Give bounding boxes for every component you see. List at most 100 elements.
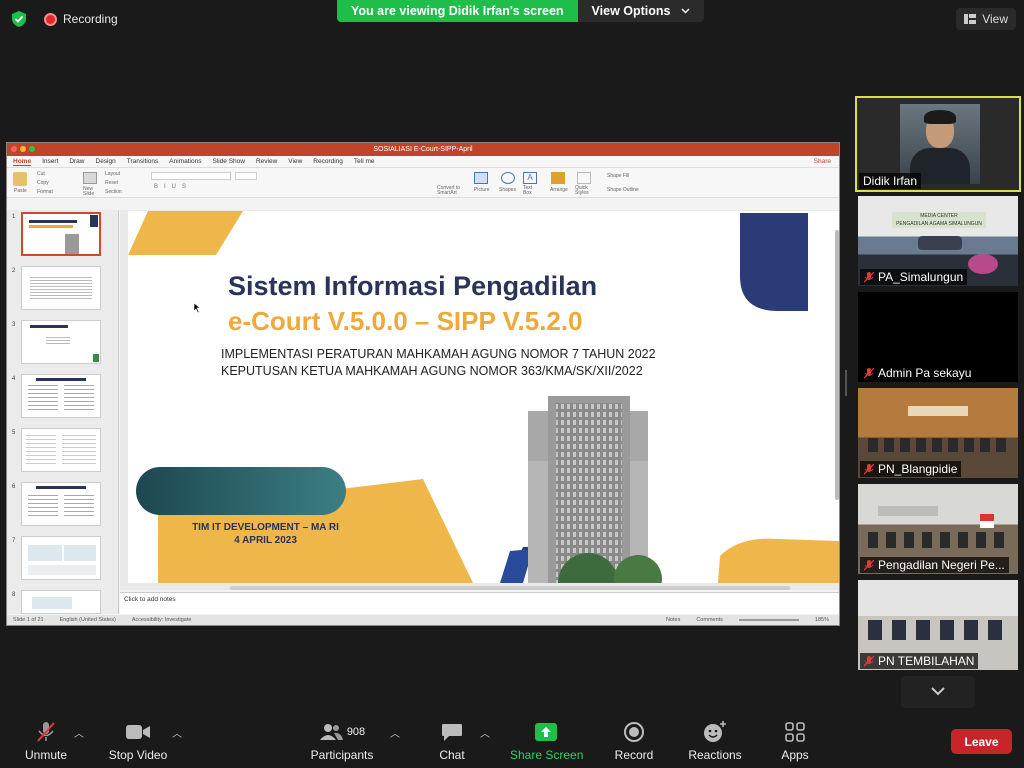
leave-meeting-button[interactable]: Leave	[951, 729, 1012, 754]
comments-toggle[interactable]: Comments	[696, 617, 723, 623]
participants-options-caret-icon[interactable]: ︿	[390, 725, 400, 740]
convert-smartart-label[interactable]: Convert to SmartArt	[437, 186, 461, 196]
tab-animations[interactable]: Animations	[169, 158, 201, 165]
tab-transitions[interactable]: Transitions	[127, 158, 159, 165]
slide-thumbnail[interactable]	[21, 428, 101, 472]
ppt-title-bar: SOSIALIASI E-Court-SIPP-April	[7, 143, 839, 156]
reset-label[interactable]: Reset	[105, 180, 118, 186]
slide-thumbnail[interactable]	[21, 320, 101, 364]
tab-design[interactable]: Design	[96, 158, 116, 165]
participants-button[interactable]: 908 Participants	[310, 721, 374, 762]
accessibility-status[interactable]: Accessibility: Investigate	[132, 617, 192, 623]
tab-insert[interactable]: Insert	[42, 158, 58, 165]
language-status[interactable]: English (United States)	[60, 617, 116, 623]
slide-number: 7	[12, 538, 16, 544]
layout-label[interactable]: Layout	[105, 171, 120, 177]
audio-options-caret-icon[interactable]: ︿	[74, 725, 84, 740]
view-options-label: View Options	[591, 4, 671, 18]
format-label[interactable]: Format	[37, 189, 53, 195]
participant-tile-pa-simalungun[interactable]: MEDIA CENTER PENGADILAN AGAMA SIMALUNGUN …	[858, 196, 1018, 286]
shape-fill-label[interactable]: Shape Fill	[607, 173, 629, 179]
record-icon	[624, 722, 644, 742]
slide-date: 4 APRIL 2023	[234, 535, 297, 546]
tab-draw[interactable]: Draw	[69, 158, 84, 165]
participant-tile-admin-pa-sekayu[interactable]: Admin Pa sekayu	[858, 292, 1018, 382]
textbox-icon[interactable]: A	[523, 172, 537, 184]
paste-label[interactable]: Paste	[14, 188, 27, 194]
tab-review[interactable]: Review	[256, 158, 277, 165]
slide-thumbnail[interactable]	[21, 590, 101, 614]
ppt-window-title: SOSIALIASI E-Court-SIPP-April	[373, 146, 473, 153]
view-options-button[interactable]: View Options	[577, 0, 704, 22]
zoom-dot-icon[interactable]	[29, 146, 35, 152]
participant-tile-pengadilan-negeri[interactable]: Pengadilan Negeri Pe...	[858, 484, 1018, 574]
notes-placeholder: Click to add notes	[124, 596, 176, 603]
font-size-select[interactable]	[235, 172, 257, 180]
video-options-caret-icon[interactable]: ︿	[172, 725, 182, 740]
apps-button[interactable]: Apps	[778, 721, 812, 762]
stop-video-label: Stop Video	[108, 748, 168, 762]
copy-label[interactable]: Copy	[37, 180, 49, 186]
editor-hscrollbar[interactable]	[230, 586, 790, 590]
panel-resize-handle[interactable]	[845, 370, 847, 396]
arrange-label[interactable]: Arrange	[550, 187, 568, 193]
reactions-smiley-icon	[704, 721, 726, 742]
stop-video-button[interactable]: Stop Video	[106, 721, 170, 762]
close-dot-icon[interactable]	[11, 146, 17, 152]
zoom-slider[interactable]	[738, 619, 799, 621]
tab-view[interactable]: View	[288, 158, 302, 165]
participants-icon	[319, 724, 343, 740]
paste-icon[interactable]	[13, 172, 27, 186]
minimize-dot-icon[interactable]	[20, 146, 26, 152]
slide-thumbnail[interactable]	[21, 482, 101, 526]
font-family-select[interactable]	[151, 172, 231, 180]
unmute-button[interactable]: Unmute	[22, 721, 70, 762]
tab-recording[interactable]: Recording	[313, 158, 343, 165]
reactions-button[interactable]: Reactions	[688, 721, 742, 762]
tab-slide-show[interactable]: Slide Show	[212, 158, 245, 165]
shapes-icon[interactable]	[501, 172, 515, 184]
slide-thumbnail[interactable]	[21, 374, 101, 418]
share-screen-button[interactable]: Share Screen	[510, 721, 583, 762]
shape-outline-label[interactable]: Shape Outline	[607, 187, 639, 193]
notes-pane[interactable]: Click to add notes	[120, 592, 839, 614]
new-slide-label[interactable]: New Slide	[83, 187, 97, 197]
picture-label[interactable]: Picture	[474, 187, 490, 193]
slide-number: 8	[12, 592, 16, 598]
tab-home[interactable]: Home	[13, 158, 32, 166]
textbox-label[interactable]: Text Box	[523, 186, 537, 196]
editor-scrollbar[interactable]	[835, 230, 839, 500]
recording-label: Recording	[63, 12, 118, 26]
view-layout-button[interactable]: View	[956, 8, 1016, 30]
quick-styles-label[interactable]: Quick Styles	[575, 186, 595, 196]
slide-thumbnail[interactable]	[21, 266, 101, 310]
slide-thumbnail[interactable]	[21, 536, 101, 580]
record-button[interactable]: Record	[612, 721, 656, 762]
participant-name: PN_Blangpidie	[860, 461, 962, 477]
ppt-share-button[interactable]: Share	[814, 158, 831, 165]
zoom-level[interactable]: 185%	[815, 617, 829, 623]
participant-video	[900, 104, 980, 184]
scroll-participants-down-button[interactable]	[901, 676, 975, 708]
participant-tile-pn-tembilahan[interactable]: PN TEMBILAHAN	[858, 580, 1018, 670]
current-slide[interactable]: Sistem Informasi Pengadilan e-Court V.5.…	[128, 211, 839, 583]
mouse-cursor-icon	[194, 303, 201, 313]
picture-icon[interactable]	[474, 172, 488, 184]
notes-toggle[interactable]: Notes	[666, 617, 680, 623]
security-shield-icon[interactable]	[10, 10, 28, 28]
slide-thumbnail[interactable]	[21, 212, 101, 256]
chat-options-caret-icon[interactable]: ︿	[480, 725, 490, 740]
recording-indicator[interactable]: Recording	[44, 12, 118, 26]
apps-label: Apps	[781, 748, 809, 762]
chat-button[interactable]: Chat	[436, 721, 468, 762]
new-slide-icon[interactable]	[83, 172, 97, 184]
shapes-label[interactable]: Shapes	[499, 187, 516, 193]
quick-styles-icon[interactable]	[577, 172, 591, 184]
participant-tile-didik-irfan[interactable]: Didik Irfan	[855, 96, 1021, 192]
arrange-icon[interactable]	[551, 172, 565, 184]
tab-tell-me[interactable]: Tell me	[354, 158, 375, 165]
format-buttons[interactable]: BIUS	[154, 184, 192, 190]
participant-tile-pn-blangpidie[interactable]: PN_Blangpidie	[858, 388, 1018, 478]
section-label[interactable]: Section	[105, 189, 122, 195]
cut-label[interactable]: Cut	[37, 171, 45, 177]
